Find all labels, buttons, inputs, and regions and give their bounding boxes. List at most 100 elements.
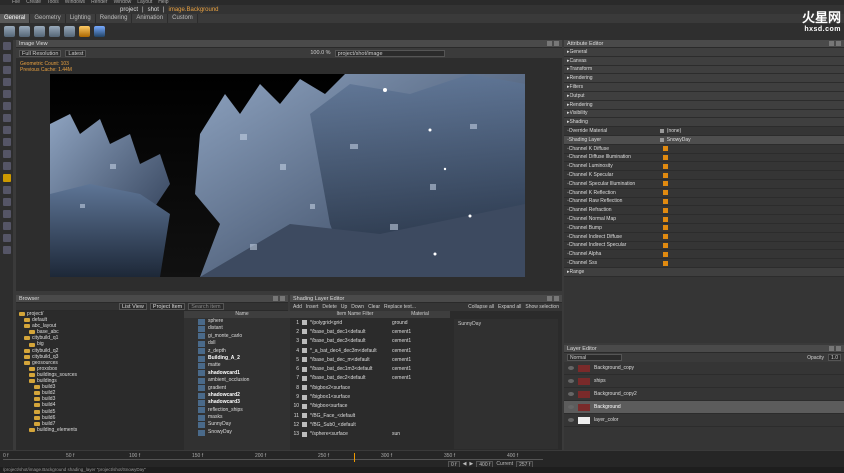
enable-checkbox[interactable]	[302, 375, 307, 381]
table-row[interactable]: 11 */BG_Face_<default	[290, 411, 450, 420]
list-item[interactable]: gradient	[184, 385, 300, 392]
tool-icon[interactable]	[2, 42, 11, 50]
table-row[interactable]: 3 */base_bat_dec3<default cement1	[290, 337, 450, 346]
shading-toolbar-button[interactable]: Up	[341, 304, 347, 310]
filter-cell[interactable]: */base_bat_dec1m3<default	[310, 366, 392, 372]
list-item[interactable]: SnowyDay	[184, 429, 300, 436]
attribute-checkbox[interactable]	[662, 234, 668, 240]
material-cell[interactable]: cement1	[392, 375, 432, 381]
shading-toolbar-button[interactable]: Clear	[368, 304, 380, 310]
enable-checkbox[interactable]	[302, 338, 307, 344]
shading-toolbar-button[interactable]: Down	[351, 304, 364, 310]
attribute-row[interactable]: ◦ Shading Layer SnowyDay	[564, 135, 844, 145]
tool-icon[interactable]	[2, 210, 11, 218]
list-item[interactable]: matte	[184, 362, 300, 370]
close-icon[interactable]	[554, 41, 559, 46]
time-ruler[interactable]: 0 f 50 f 100 f 150 f 200 f 250 f 300 f 350 f 400…	[3, 453, 543, 462]
attribute-row[interactable]: ▸ Output	[564, 91, 844, 101]
link-icon[interactable]	[659, 129, 664, 134]
tool-icon[interactable]	[2, 162, 11, 170]
table-row[interactable]: 1 */polygrid<grid ground	[290, 318, 450, 327]
filter-cell[interactable]: *_a_bat_dec4_dec3m<default	[310, 348, 392, 354]
group-icon[interactable]	[64, 26, 75, 37]
enable-checkbox[interactable]	[302, 348, 307, 354]
render-viewport[interactable]	[50, 74, 525, 277]
table-row[interactable]: 13 */sphere<surface sun	[290, 430, 450, 439]
tree-item[interactable]: building_elements	[19, 427, 166, 433]
attribute-row[interactable]: ◦ Channel Refraction	[564, 206, 844, 216]
filter-cell[interactable]: */BG_Sub0_<default	[310, 422, 392, 428]
close-icon[interactable]	[836, 346, 841, 351]
attribute-row[interactable]: ▸ Rendering	[564, 74, 844, 84]
column-header[interactable]: Name	[184, 311, 300, 318]
filter-cell[interactable]: */base_bat_dec_m<default	[310, 357, 392, 363]
ribbon-tab[interactable]: Geometry	[30, 14, 66, 23]
attribute-checkbox[interactable]	[662, 216, 668, 222]
zoom-readout[interactable]: 100.0 %	[310, 50, 330, 56]
attribute-row[interactable]: ▸ Rendering	[564, 100, 844, 110]
light-icon[interactable]	[34, 26, 45, 37]
attribute-row[interactable]: ▸ General	[564, 48, 844, 57]
camera-icon[interactable]	[19, 26, 30, 37]
table-row[interactable]: 10 */bigbox<surface	[290, 402, 450, 411]
list-item[interactable]: shadowcard2	[184, 392, 300, 399]
list-item[interactable]: shadowcard3	[184, 399, 300, 406]
attribute-checkbox[interactable]	[662, 163, 668, 169]
tool-icon[interactable]	[2, 186, 11, 194]
table-row[interactable]: 9 */bigbox1<surface	[290, 392, 450, 401]
tool-icon[interactable]	[2, 114, 11, 122]
tool-icon[interactable]	[2, 138, 11, 146]
attribute-row[interactable]: ◦ Channel K Reflection	[564, 189, 844, 198]
filter-cell[interactable]: */bigbox<surface	[310, 403, 392, 409]
attribute-row[interactable]: ◦ Channel Diffuse Illumination	[564, 154, 844, 163]
attribute-checkbox[interactable]	[662, 251, 668, 257]
layer-row[interactable]: ships	[564, 375, 844, 388]
attribute-row[interactable]: ▸ Filters	[564, 83, 844, 92]
attribute-row[interactable]: ◦ Channel Normal Map	[564, 215, 844, 224]
list-item[interactable]: shadowcard1	[184, 370, 300, 377]
layer-row[interactable]: Background	[564, 401, 844, 414]
attribute-row[interactable]: ◦ Channel Sss	[564, 259, 844, 268]
close-icon[interactable]	[836, 41, 841, 46]
shield-icon[interactable]	[94, 26, 105, 37]
list-item[interactable]: reflection_ships	[184, 407, 300, 414]
ribbon-tab[interactable]: Lighting	[65, 14, 96, 23]
visibility-eye-icon[interactable]	[568, 418, 574, 422]
material-column[interactable]: Material	[400, 311, 440, 318]
tool-icon[interactable]	[2, 126, 11, 134]
list-item[interactable]: gi_monte_carlo	[184, 333, 300, 340]
table-row[interactable]: 12 */BG_Sub0_<default	[290, 420, 450, 429]
shading-toolbar-button[interactable]: Delete	[322, 304, 336, 310]
filter-cell[interactable]: */BG_Face_<default	[310, 413, 392, 419]
filter-column[interactable]: Item Name Filter	[310, 311, 400, 318]
list-item[interactable]: Building_A_2	[184, 355, 300, 362]
table-row[interactable]: 5 */base_bat_dec_m<default cement1	[290, 355, 450, 364]
shading-action-button[interactable]: Show selection	[525, 304, 559, 310]
tool-icon[interactable]	[2, 66, 11, 74]
item-filter-select[interactable]: Project Item	[149, 303, 186, 310]
ribbon-tab[interactable]: Animation	[132, 14, 169, 23]
attribute-row[interactable]: ▸ Shading	[564, 118, 844, 128]
crumb-project[interactable]: project	[120, 7, 138, 13]
table-row[interactable]: 8 */bigbox2<surface	[290, 383, 450, 392]
enable-checkbox[interactable]	[302, 385, 307, 391]
attribute-row[interactable]: ◦ Channel Luminosity	[564, 162, 844, 172]
shader-icon[interactable]	[49, 26, 60, 37]
image-path-select[interactable]: project/shot/image	[334, 49, 445, 57]
attribute-checkbox[interactable]	[662, 260, 668, 266]
tool-icon[interactable]	[2, 78, 11, 86]
crumb-shot[interactable]: shot	[148, 7, 159, 13]
filter-cell[interactable]: */sphere<surface	[310, 431, 392, 437]
resolution-select[interactable]: Full Resolution	[19, 49, 62, 57]
attribute-row[interactable]: ◦ Channel Bump	[564, 224, 844, 233]
attribute-row[interactable]: ▸ Canvas	[564, 56, 844, 66]
list-item[interactable]: distant	[184, 325, 300, 333]
close-icon[interactable]	[554, 296, 559, 301]
attribute-row[interactable]: ◦ Channel Raw Reflection	[564, 198, 844, 207]
table-row[interactable]: 4 *_a_bat_dec4_dec3m<default cement1	[290, 346, 450, 355]
material-cell[interactable]: ground	[392, 320, 432, 326]
attribute-row[interactable]: ◦ Channel K Specular	[564, 171, 844, 180]
enable-checkbox[interactable]	[302, 431, 307, 437]
attribute-checkbox[interactable]	[662, 242, 668, 248]
crumb-item[interactable]: image.Background	[168, 7, 218, 13]
